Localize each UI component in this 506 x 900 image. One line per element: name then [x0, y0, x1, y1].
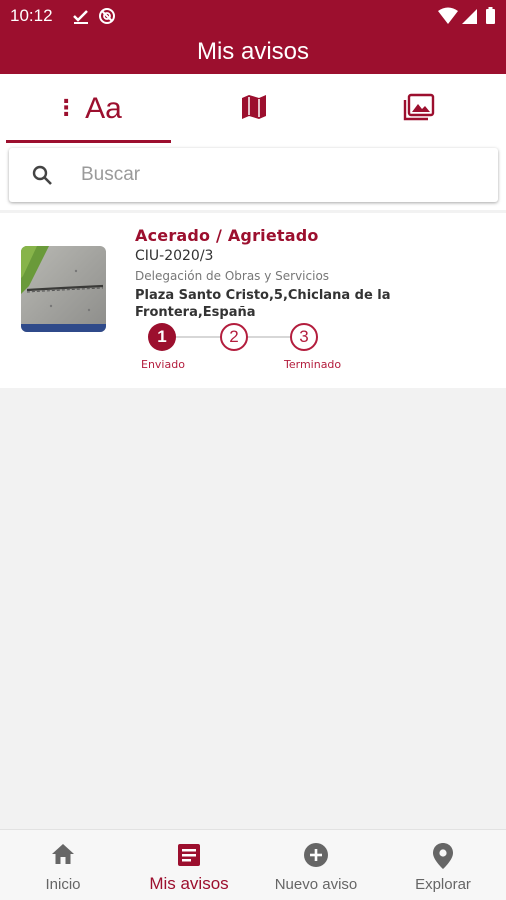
nav-mis-avisos-label: Mis avisos — [149, 874, 229, 893]
stepper-connector — [172, 336, 220, 338]
tab-photos[interactable] — [336, 74, 501, 144]
status-time: 10:12 — [10, 6, 53, 25]
nav-inicio-label: Inicio — [45, 876, 81, 893]
app-bar: Mis avisos — [0, 32, 506, 74]
step-1-label: Enviado — [141, 358, 185, 371]
step-3: 3 — [290, 323, 318, 351]
notice-code: CIU-2020/3 — [135, 248, 214, 264]
search-icon — [31, 164, 53, 190]
add-circle-icon — [303, 842, 329, 872]
stepper-connector — [248, 336, 290, 338]
notice-photo — [21, 246, 106, 332]
nav-mis-avisos[interactable]: Mis avisos — [126, 830, 252, 900]
wifi-icon — [438, 7, 458, 29]
signal-icon — [462, 7, 478, 29]
bottom-navigation: Inicio Mis avisos Nuevo aviso Explorar — [0, 829, 506, 900]
tab-map[interactable] — [171, 74, 336, 144]
photo-library-icon — [403, 93, 435, 125]
battery-icon — [485, 7, 496, 29]
nav-inicio[interactable]: Inicio — [0, 830, 126, 900]
search-input[interactable]: Buscar — [9, 148, 498, 202]
notice-address: Plaza Santo Cristo,5,Chiclana de la Fron… — [135, 288, 391, 320]
notes-icon — [176, 842, 202, 872]
do-not-disturb-icon — [98, 7, 116, 29]
search-section: Buscar — [0, 144, 506, 210]
map-icon — [240, 93, 268, 125]
nav-nuevo-aviso-label: Nuevo aviso — [274, 876, 358, 893]
nav-explorar[interactable]: Explorar — [380, 830, 506, 900]
nav-explorar-label: Explorar — [415, 876, 471, 893]
status-stepper: 1 2 3 Enviado Terminado — [140, 323, 370, 383]
notice-card[interactable]: Acerado / Agrietado CIU-2020/3 Delegació… — [0, 213, 506, 388]
tab-list-label: Aa — [85, 92, 122, 125]
nav-nuevo-aviso[interactable]: Nuevo aviso — [253, 830, 379, 900]
page-title: Mis avisos — [196, 38, 310, 65]
step-1: 1 — [148, 323, 176, 351]
download-done-icon — [72, 7, 90, 29]
view-tabs: ⋮ Aa — [0, 74, 506, 144]
search-placeholder: Buscar — [81, 164, 141, 185]
notice-category: Acerado / Agrietado — [135, 226, 319, 245]
status-bar: 10:12 — [0, 0, 506, 32]
active-tab-indicator — [6, 140, 171, 143]
step-3-label: Terminado — [284, 358, 342, 371]
dots-icon: ⋮ — [55, 96, 78, 121]
location-pin-icon — [432, 842, 454, 874]
tab-list[interactable]: ⋮ Aa — [6, 74, 171, 144]
step-2: 2 — [220, 323, 248, 351]
notice-department: Delegación de Obras y Servicios — [135, 269, 330, 283]
home-icon — [50, 842, 76, 870]
